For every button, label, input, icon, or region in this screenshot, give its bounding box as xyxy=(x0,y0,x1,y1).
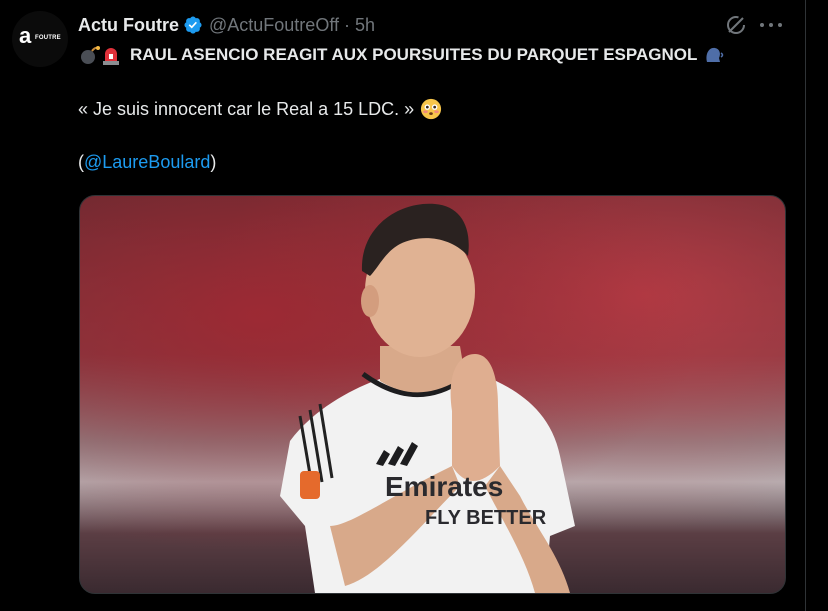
avatar[interactable]: a FOUTRE xyxy=(12,11,68,67)
tweet-quote: « Je suis innocent car le Real a 15 LDC.… xyxy=(78,98,415,119)
avatar-logo-text: FOUTRE xyxy=(35,35,61,41)
author-name[interactable]: Actu Foutre xyxy=(78,15,179,36)
tweet-mention-line: (@LaureBoulard) xyxy=(78,152,216,173)
separator-dot: · xyxy=(344,14,350,35)
timestamp[interactable]: 5h xyxy=(355,15,375,36)
tweet-quote-line: « Je suis innocent car le Real a 15 LDC.… xyxy=(78,98,442,120)
verified-badge-icon[interactable] xyxy=(183,15,203,35)
grok-icon[interactable] xyxy=(724,13,748,37)
mention-close-paren: ) xyxy=(210,152,217,172)
more-icon[interactable] xyxy=(760,23,782,29)
flushed-face-emoji xyxy=(420,98,442,120)
tweet-headline-line: RAUL ASENCIO REAGIT AUX POURSUITES DU PA… xyxy=(78,44,725,66)
player-photo: Emirates FLY BETTER xyxy=(280,203,575,593)
jersey-sponsor-text: Emirates xyxy=(385,471,503,502)
tweet-headline: RAUL ASENCIO REAGIT AUX POURSUITES DU PA… xyxy=(130,45,698,64)
rotating-light-emoji xyxy=(100,44,122,66)
tweet-header: Actu Foutre @ActuFoutreOff · 5h xyxy=(78,13,375,37)
speaking-head-emoji xyxy=(703,44,725,66)
tweet-media-image[interactable]: Emirates FLY BETTER xyxy=(79,195,786,594)
timeline-divider xyxy=(805,0,806,611)
jersey-sponsor-subtext: FLY BETTER xyxy=(425,507,547,529)
author-handle[interactable]: @ActuFoutreOff xyxy=(209,15,339,36)
mention-link[interactable]: @LaureBoulard xyxy=(84,152,210,172)
avatar-logo-letter: a xyxy=(19,23,32,48)
bomb-emoji xyxy=(78,44,100,66)
